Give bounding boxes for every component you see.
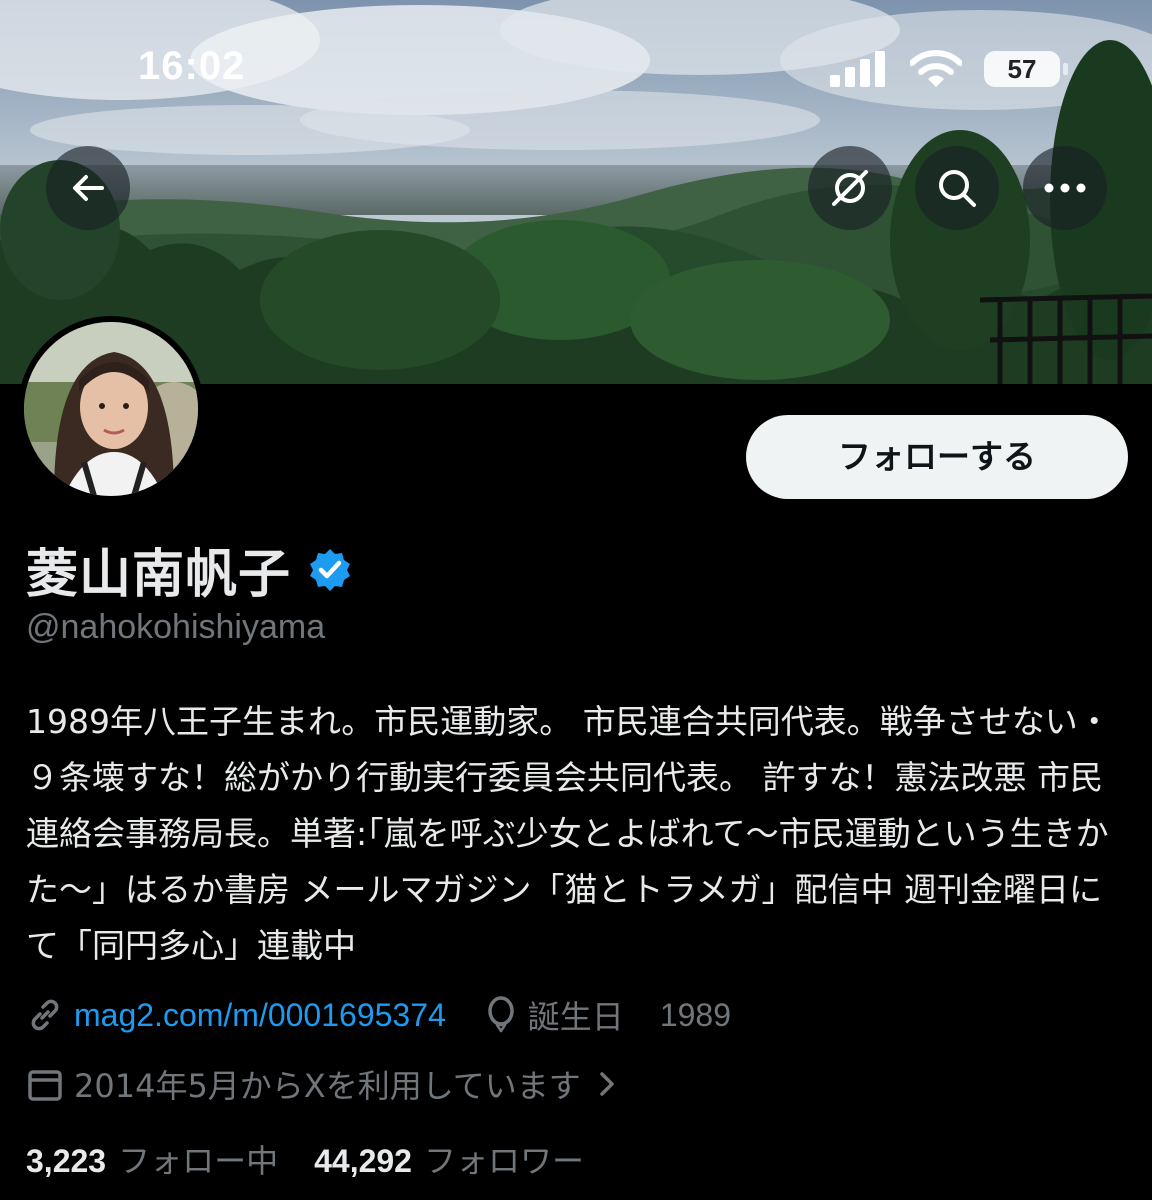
- profile-screen: 16:02 57 フォローする 菱山南帆子 @nahokohishiyama 1…: [0, 0, 1152, 1200]
- search-icon: [939, 170, 976, 207]
- display-name: 菱山南帆子: [26, 545, 292, 605]
- battery-cap: [1063, 63, 1068, 75]
- joined-text: 2014年5月からXを利用しています: [74, 1067, 581, 1105]
- status-icons: 57: [830, 50, 1068, 88]
- wifi-icon: [910, 50, 962, 87]
- birthday-value: 1989: [659, 996, 731, 1033]
- battery-level: 57: [1007, 54, 1037, 84]
- more-horizontal-icon: [1044, 183, 1086, 193]
- avatar-portrait-image: [24, 322, 198, 496]
- battery-icon: 57: [984, 51, 1068, 87]
- status-time: 16:02: [138, 44, 246, 88]
- arrow-left-icon: [73, 175, 104, 201]
- avatar-photo: [24, 322, 198, 496]
- following-label[interactable]: フォロー中: [118, 1136, 278, 1182]
- balloon-icon: [488, 996, 514, 1033]
- profile-banner[interactable]: 16:02 57: [0, 0, 1152, 384]
- avatar[interactable]: [18, 316, 204, 502]
- more-button[interactable]: [1023, 146, 1107, 230]
- calendar-icon: [28, 1070, 62, 1101]
- search-button[interactable]: [915, 146, 999, 230]
- following-count[interactable]: 3,223: [26, 1143, 106, 1180]
- followers-count[interactable]: 44,292: [314, 1143, 412, 1180]
- follow-stats: 3,223 フォロー中 44,292 フォロワー: [26, 1136, 620, 1182]
- profile-link[interactable]: mag2.com/m/0001695374: [74, 997, 446, 1034]
- follow-button[interactable]: フォローする: [746, 415, 1128, 499]
- profile-meta-row: mag2.com/m/0001695374 誕生日 1989: [26, 992, 731, 1038]
- back-button[interactable]: [46, 146, 130, 230]
- bio: 1989年八王子生まれ。市民運動家。 市民連合共同代表。戦争させない・９条壊すな…: [26, 702, 1111, 965]
- grok-button[interactable]: [808, 146, 892, 230]
- handle: @nahokohishiyama: [26, 608, 326, 646]
- birthday-label: 誕生日: [527, 998, 624, 1036]
- joined-row[interactable]: 2014年5月からXを利用しています: [26, 1061, 619, 1107]
- followers-label[interactable]: フォロワー: [424, 1136, 584, 1182]
- link-icon: [31, 999, 59, 1031]
- display-name-row: 菱山南帆子: [26, 532, 353, 607]
- cellular-signal-icon: [830, 51, 885, 87]
- chevron-right-icon: [600, 1072, 614, 1096]
- grok-icon: [832, 170, 868, 206]
- verified-badge-icon[interactable]: [307, 547, 353, 593]
